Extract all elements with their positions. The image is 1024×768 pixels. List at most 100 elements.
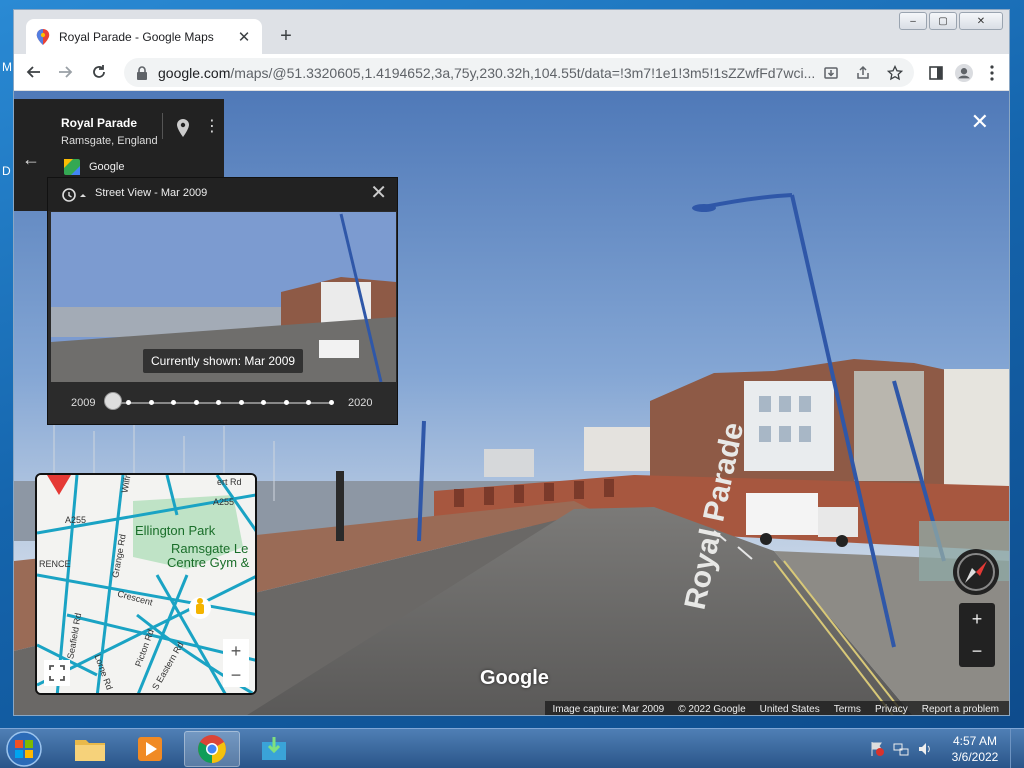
- omnibox-actions: [822, 64, 914, 82]
- image-capture-date: Image capture: Mar 2009: [552, 703, 665, 715]
- network-icon[interactable]: [892, 740, 910, 758]
- tab-strip: Royal Parade - Google Maps ✕ + – ▢ ✕: [14, 10, 1009, 54]
- lock-icon: [137, 65, 147, 80]
- show-desktop-button[interactable]: [1010, 729, 1024, 768]
- time-travel-header: Street View - Mar 2009 ✕: [48, 178, 397, 211]
- copyright-text: © 2022 Google: [678, 703, 746, 715]
- privacy-link[interactable]: Privacy: [875, 704, 908, 715]
- place-title: Royal Parade: [61, 116, 138, 130]
- reload-icon: [93, 65, 105, 78]
- new-tab-button[interactable]: +: [274, 24, 298, 48]
- taskbar-media-player[interactable]: [122, 731, 178, 767]
- timeline-stop[interactable]: [126, 400, 131, 405]
- timeline-start-year: 2009: [71, 397, 96, 409]
- map-label-leisure: Ramsgate Le: [171, 541, 249, 556]
- time-travel-title: Street View - Mar 2009: [95, 187, 208, 199]
- timeline-stop[interactable]: [238, 400, 244, 405]
- timeline-end-year: 2020: [348, 397, 373, 409]
- install-app-icon[interactable]: [822, 64, 840, 82]
- taskbar-explorer[interactable]: [62, 731, 118, 767]
- close-time-travel-button[interactable]: ✕: [370, 183, 387, 203]
- url-host: google.com: [158, 64, 231, 81]
- maximize-button[interactable]: ▢: [929, 12, 957, 30]
- back-button[interactable]: [19, 58, 47, 86]
- reload-button[interactable]: [85, 58, 113, 86]
- forward-button[interactable]: [52, 58, 80, 86]
- download-app-icon: [262, 737, 286, 760]
- arrow-right-icon: [59, 66, 73, 78]
- mini-map[interactable]: Ellington Park Ramsgate Le Centre Gym & …: [35, 473, 257, 695]
- taskbar-app[interactable]: [246, 731, 302, 767]
- map-zoom-in-button[interactable]: +: [223, 639, 249, 663]
- profile-avatar-icon[interactable]: [955, 63, 973, 82]
- volume-icon[interactable]: [916, 740, 934, 758]
- timeline-stop[interactable]: [283, 400, 289, 405]
- compass-needle-icon: [957, 553, 995, 591]
- terms-link[interactable]: Terms: [834, 704, 861, 715]
- region-link[interactable]: United States: [760, 704, 820, 715]
- system-clock[interactable]: 4:57 AM 3/6/2022: [940, 733, 1010, 765]
- chrome-icon: [198, 735, 226, 763]
- timeline-stop[interactable]: [216, 400, 222, 405]
- media-player-icon: [138, 737, 162, 761]
- tab-close-icon[interactable]: ✕: [236, 28, 252, 46]
- timeline-stop[interactable]: [148, 400, 154, 405]
- tab-google-maps[interactable]: Royal Parade - Google Maps ✕: [26, 19, 262, 54]
- address-bar[interactable]: google.com/maps/@51.3320605,1.4194652,3a…: [124, 58, 914, 87]
- road-label: RENCE: [39, 559, 71, 569]
- timeline-stop[interactable]: [329, 400, 334, 405]
- more-options-icon[interactable]: ⋮: [204, 119, 220, 135]
- google-maps-favicon-icon: [36, 28, 50, 45]
- clock-date: 3/6/2022: [951, 750, 999, 764]
- timeline-stop[interactable]: [261, 400, 267, 405]
- timeline-stop[interactable]: [306, 400, 312, 405]
- close-window-button[interactable]: ✕: [959, 12, 1003, 30]
- side-panel-icon[interactable]: [927, 64, 945, 82]
- back-arrow-icon[interactable]: ←: [22, 149, 40, 170]
- report-problem-link[interactable]: Report a problem: [922, 704, 999, 715]
- pegman-icon[interactable]: [189, 593, 211, 623]
- map-fullscreen-button[interactable]: [44, 660, 70, 686]
- tab-title: Royal Parade - Google Maps: [59, 29, 214, 44]
- time-travel-thumbnail[interactable]: Currently shown: Mar 2009: [51, 212, 396, 382]
- start-button[interactable]: [4, 730, 44, 768]
- clock-time: 4:57 AM: [952, 734, 998, 748]
- map-zoom-out-button[interactable]: −: [223, 663, 249, 687]
- window-controls: – ▢ ✕: [899, 12, 1003, 30]
- google-maps-icon: [64, 159, 80, 175]
- timeline-slider-handle[interactable]: [104, 392, 122, 410]
- menu-kebab-icon[interactable]: [983, 64, 1001, 82]
- time-travel-panel: Street View - Mar 2009 ✕ Currently shown…: [47, 177, 398, 425]
- map-label-park: Ellington Park: [135, 523, 216, 538]
- taskbar-chrome[interactable]: [184, 731, 240, 767]
- attribution-bar: Image capture: Mar 2009 © 2022 Google Un…: [544, 701, 1009, 715]
- folder-icon: [75, 740, 105, 761]
- taskbar: 4:57 AM 3/6/2022: [0, 728, 1024, 768]
- desktop-icon-label[interactable]: M: [2, 60, 12, 74]
- minimize-button[interactable]: –: [899, 12, 927, 30]
- toolbar-right: [927, 58, 1001, 87]
- zoom-out-button[interactable]: −: [959, 635, 995, 667]
- desktop-icon-label[interactable]: D: [2, 164, 11, 178]
- system-tray: 4:57 AM 3/6/2022: [868, 729, 1024, 768]
- action-center-flag-icon[interactable]: [868, 740, 886, 758]
- card-divider: [162, 113, 163, 139]
- share-icon[interactable]: [854, 64, 872, 82]
- currently-shown-label: Currently shown: Mar 2009: [143, 349, 304, 373]
- source-label: Google: [89, 161, 125, 173]
- close-street-view-button[interactable]: ✕: [971, 111, 989, 133]
- street-view-viewport[interactable]: Royal Parade ✕ ← Royal Parade Ramsgate, …: [14, 91, 1009, 715]
- url-text: google.com/maps/@51.3320605,1.4194652,3a…: [158, 65, 822, 81]
- history-clock-icon[interactable]: [61, 187, 87, 203]
- map-pin-icon[interactable]: [177, 119, 189, 137]
- bookmark-star-icon[interactable]: [886, 64, 904, 82]
- road-label: A255: [213, 497, 235, 507]
- zoom-in-button[interactable]: +: [959, 603, 995, 635]
- timeline-stop[interactable]: [171, 400, 177, 405]
- compass-button[interactable]: [953, 549, 999, 595]
- place-subtitle: Ramsgate, England: [61, 135, 158, 147]
- google-logo: Google: [480, 667, 549, 689]
- url-path: /maps/@51.3320605,1.4194652,3a,75y,230.3…: [230, 64, 816, 81]
- timeline-stop[interactable]: [193, 400, 199, 405]
- fullscreen-icon: [49, 665, 65, 681]
